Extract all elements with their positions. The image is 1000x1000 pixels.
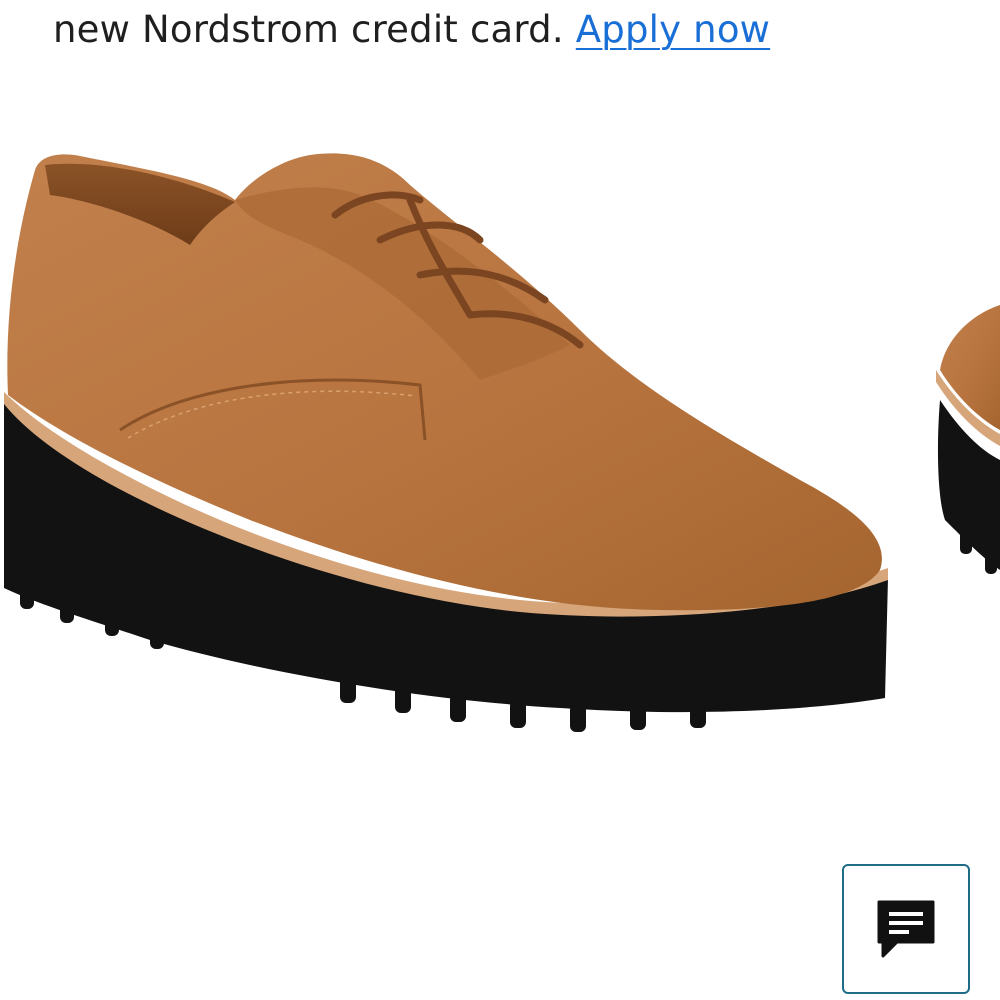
- second-shoe-upper: [940, 305, 1000, 430]
- product-page: new Nordstrom credit card. Apply now: [0, 0, 1000, 1000]
- promo-text: new Nordstrom credit card.: [53, 8, 564, 51]
- apply-now-link[interactable]: Apply now: [576, 8, 770, 51]
- chat-bubble-icon: [877, 900, 935, 958]
- promo-banner: new Nordstrom credit card. Apply now: [53, 4, 770, 56]
- product-image-carousel[interactable]: [0, 100, 1000, 860]
- product-image: [4, 153, 1000, 732]
- chat-button[interactable]: [842, 864, 970, 994]
